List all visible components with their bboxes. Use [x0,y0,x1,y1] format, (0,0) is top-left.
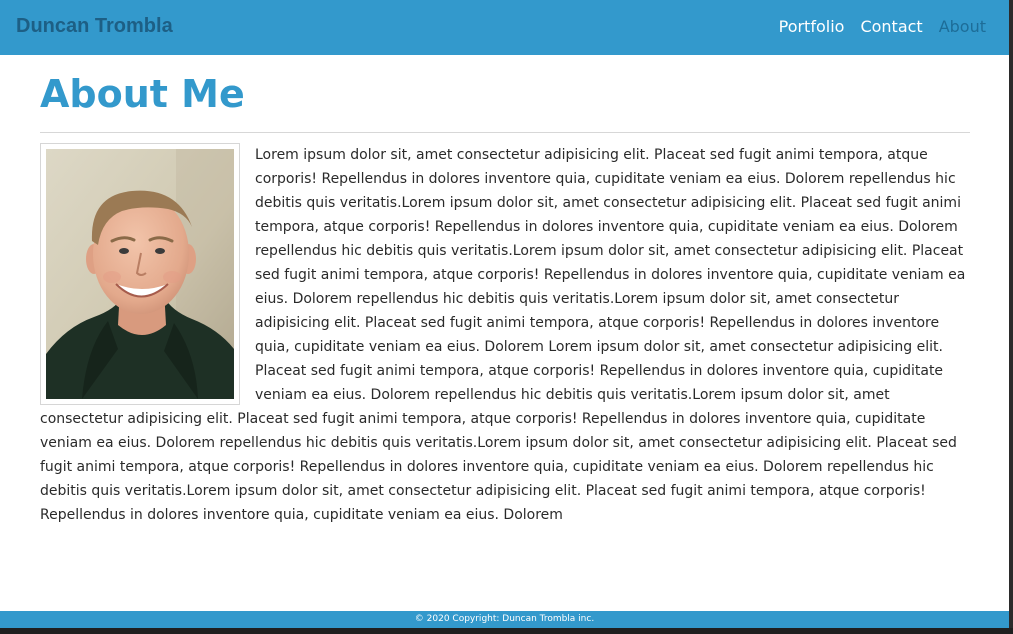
page-title: About Me [40,72,245,116]
nav-links: Portfolio Contact About [779,17,986,36]
profile-photo-image [46,149,234,399]
nav-link-contact[interactable]: Contact [860,17,922,36]
about-content: Lorem ipsum dolor sit, amet consectetur … [40,143,970,527]
title-divider [40,132,970,133]
nav-link-portfolio[interactable]: Portfolio [779,17,845,36]
bottom-strip [0,628,1013,634]
navbar: Duncan Trombla Portfolio Contact About [0,0,1009,55]
nav-link-about[interactable]: About [939,17,986,36]
profile-photo [40,143,240,405]
window-edge [1009,0,1013,634]
footer-copyright: © 2020 Copyright: Duncan Trombla inc. [0,611,1009,628]
brand-link[interactable]: Duncan Trombla [16,15,173,38]
